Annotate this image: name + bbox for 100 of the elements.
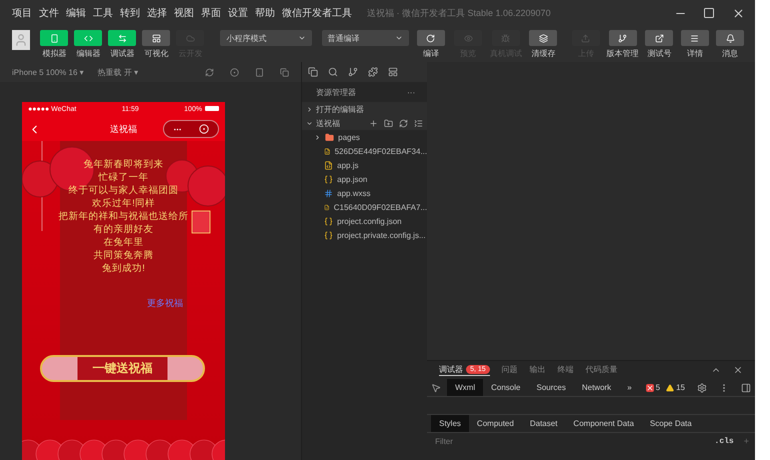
toolbar-label: 版本管理 [606,48,639,59]
toolbar-label: 详情 [686,48,703,59]
file-item[interactable]: 526D5E449F02EBAF34... [302,144,428,158]
toolbar-label: 模拟器 [42,48,66,59]
greeting-line: 忙碌了一年 [98,172,149,183]
cls-toggle[interactable]: .cls [714,436,734,446]
toolbar-button[interactable] [608,30,637,46]
dock-icon[interactable] [741,382,751,392]
menu-item[interactable]: 项目 [12,6,32,20]
menu-item[interactable]: 选择 [147,6,167,20]
hot-reload-toggle[interactable]: 热重载 开 ▾ [98,66,138,78]
device-select[interactable]: iPhone 5 100% 16 ▾ [12,68,84,76]
refresh-icon [426,34,436,42]
maximize-icon[interactable] [703,7,715,19]
window-title: 送祝福 · 微信开发者工具 Stable 1.06.2209070 [367,6,552,20]
menu-item[interactable]: 文件 [39,6,59,20]
file-item[interactable]: app.js [302,158,428,172]
toolbar-button[interactable] [716,30,744,46]
new-file-icon[interactable] [369,118,378,128]
bug-icon [501,34,510,42]
json-file-icon [324,230,334,240]
styles-tab[interactable]: Styles [431,415,469,432]
mode-select[interactable]: 小程序模式 [220,30,312,46]
send-button[interactable]: 一键送祝福 [40,355,206,382]
branch-icon[interactable] [348,67,358,77]
battery-icon [205,106,220,111]
greeting-line: 兔年新春即将到来 [84,159,164,170]
filter-field[interactable]: Filter [433,436,705,446]
menu-item[interactable]: 帮助 [255,6,275,20]
eye-icon [464,34,473,42]
toolbar-button[interactable] [108,30,136,46]
debugger-tab[interactable]: 输出 [530,364,546,376]
more-button[interactable]: ··· [407,88,416,96]
toolbar-label: 调试器 [110,48,134,59]
devtools-tab[interactable]: Wxml [447,379,484,396]
layers-icon [538,34,548,42]
devtools-tab[interactable]: Sources [528,379,574,396]
toolbar-button[interactable] [680,30,709,46]
layout-icon [152,34,161,42]
explorer-section[interactable]: 送祝福 [302,116,428,130]
file-item[interactable]: app.json [302,172,428,186]
toolbar-button[interactable] [645,30,674,46]
settings-icon[interactable] [697,382,707,392]
menu-item[interactable]: 工具 [93,6,113,20]
refresh-icon[interactable] [205,68,214,76]
menu-item[interactable]: 编辑 [66,6,86,20]
styles-tab[interactable]: Computed [468,415,522,432]
puzzle-icon[interactable] [368,67,378,77]
warning-count[interactable]: 15 [666,383,685,392]
new-folder-icon[interactable] [384,118,394,128]
devtools-tab[interactable]: Console [483,379,528,396]
files-icon[interactable] [308,67,318,77]
menu-item[interactable]: 视图 [174,6,194,20]
windows-icon[interactable] [280,68,290,76]
file-item[interactable]: project.private.config.js... [302,228,428,242]
file-item[interactable]: app.wxss [302,186,428,200]
menu-item[interactable]: 微信开发者工具 [282,6,352,20]
file-item[interactable]: project.config.json [302,214,428,228]
json-file-icon [324,174,334,184]
phone-icon[interactable] [255,68,264,76]
menu-item[interactable]: 界面 [201,6,221,20]
record-icon[interactable] [230,68,240,76]
panel-icon[interactable] [388,67,398,77]
avatar[interactable] [12,30,30,50]
menu-item[interactable]: 转到 [120,6,140,20]
folder-icon [325,132,334,142]
compile-select[interactable]: 普通编译 [322,30,410,46]
more-tabs-button[interactable]: » [619,379,640,396]
devtools-tab[interactable]: Network [574,379,620,396]
explorer-section[interactable]: 打开的编辑器 [302,102,428,116]
refresh-icon[interactable] [399,118,408,128]
toolbar-button[interactable] [416,30,445,46]
debugger-tab[interactable]: 终端 [558,364,574,376]
toolbar-label: 编译 [422,48,439,59]
debugger-tab[interactable]: 代码质量 [586,364,618,376]
phone-icon [50,34,59,42]
toolbar-button[interactable] [142,30,170,46]
bell-icon [726,34,735,42]
search-icon[interactable] [328,67,338,77]
styles-tab[interactable]: Dataset [522,415,566,432]
debugger-tab[interactable]: 问题 [502,364,518,376]
file-item[interactable]: C15640D09F02EBAFA7... [302,200,428,214]
file-item[interactable]: pages [302,130,428,144]
page-title: 送祝福 [110,122,138,136]
toolbar-button[interactable] [529,30,558,46]
capsule-button[interactable] [163,120,220,138]
toolbar-label: 可视化 [144,48,168,59]
error-count[interactable]: 5 [646,383,660,392]
toolbar-button[interactable] [74,30,102,46]
arrows-icon [118,34,127,42]
menu-item[interactable]: 设置 [228,6,248,20]
collapse-icon[interactable] [414,118,424,128]
code-icon [84,34,93,42]
external-link-icon [654,34,664,42]
styles-tab[interactable]: Component Data [565,415,642,432]
inspect-icon[interactable] [431,382,442,392]
greeting-line: 把新年的祥和与祝福也送给所 [58,211,189,222]
toolbar-button[interactable] [40,30,68,46]
css-file-icon [324,188,334,198]
styles-tab[interactable]: Scope Data [642,415,700,432]
